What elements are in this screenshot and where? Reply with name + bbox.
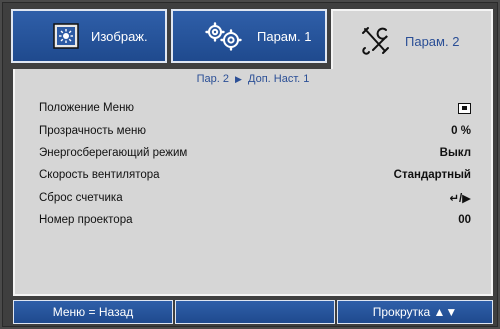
counter-reset-label: Сброс счетчика [39, 191, 123, 204]
projector-number-value[interactable]: 00 [458, 214, 471, 226]
settings-panel: Пар. 2 ▶ Доп. Наст. 1 Положение Меню Про… [13, 69, 493, 296]
breadcrumb-arrow-icon: ▶ [235, 74, 242, 84]
breadcrumb-part-1: Пар. 2 [196, 73, 229, 85]
tab-settings-1[interactable]: Парам. 1 [171, 9, 327, 63]
osd-frame: Изображ. Парам. 1 Парам. 2 Пар. 2 ▶ Доп.… [2, 2, 498, 327]
tools-icon [359, 24, 393, 58]
menu-transparency-label: Прозрачность меню [39, 124, 146, 137]
tab-settings-2-label: Парам. 2 [405, 33, 460, 49]
footer-bar: Меню = Назад Прокрутка ▲▼ [13, 300, 493, 324]
breadcrumb: Пар. 2 ▶ Доп. Наст. 1 [15, 73, 491, 85]
footer-middle [175, 300, 335, 324]
eco-mode-value[interactable]: Выкл [440, 147, 471, 159]
tab-settings-2[interactable]: Парам. 2 [331, 9, 493, 71]
image-icon [53, 23, 79, 49]
tab-image-label: Изображ. [91, 28, 148, 44]
fan-speed-value[interactable]: Стандартный [394, 169, 471, 181]
tab-settings-1-label: Парам. 1 [257, 28, 312, 44]
menu-position-row[interactable]: Положение Меню [39, 97, 471, 119]
menu-position-icon[interactable] [458, 102, 471, 114]
menu-transparency-value[interactable]: 0 % [451, 125, 471, 137]
breadcrumb-part-2: Доп. Наст. 1 [248, 73, 310, 85]
fan-speed-row[interactable]: Скорость вентилятора Стандартный [39, 164, 471, 186]
fan-speed-label: Скорость вентилятора [39, 169, 160, 182]
enter-arrow-icon[interactable]: ↵/▶ [449, 191, 471, 205]
settings-list: Положение Меню Прозрачность меню 0 % Эне… [39, 97, 471, 231]
eco-mode-row[interactable]: Энергосберегающий режим Выкл [39, 142, 471, 164]
eco-mode-label: Энергосберегающий режим [39, 146, 188, 159]
menu-transparency-row[interactable]: Прозрачность меню 0 % [39, 119, 471, 141]
tab-image[interactable]: Изображ. [11, 9, 167, 63]
projector-number-row[interactable]: Номер проектора 00 [39, 209, 471, 231]
projector-number-label: Номер проектора [39, 214, 133, 227]
menu-position-label: Положение Меню [39, 102, 135, 115]
counter-reset-row[interactable]: Сброс счетчика ↵/▶ [39, 187, 471, 209]
footer-scroll-hint: Прокрутка ▲▼ [337, 300, 493, 324]
footer-back-hint: Меню = Назад [13, 300, 173, 324]
gears-icon [203, 21, 245, 51]
